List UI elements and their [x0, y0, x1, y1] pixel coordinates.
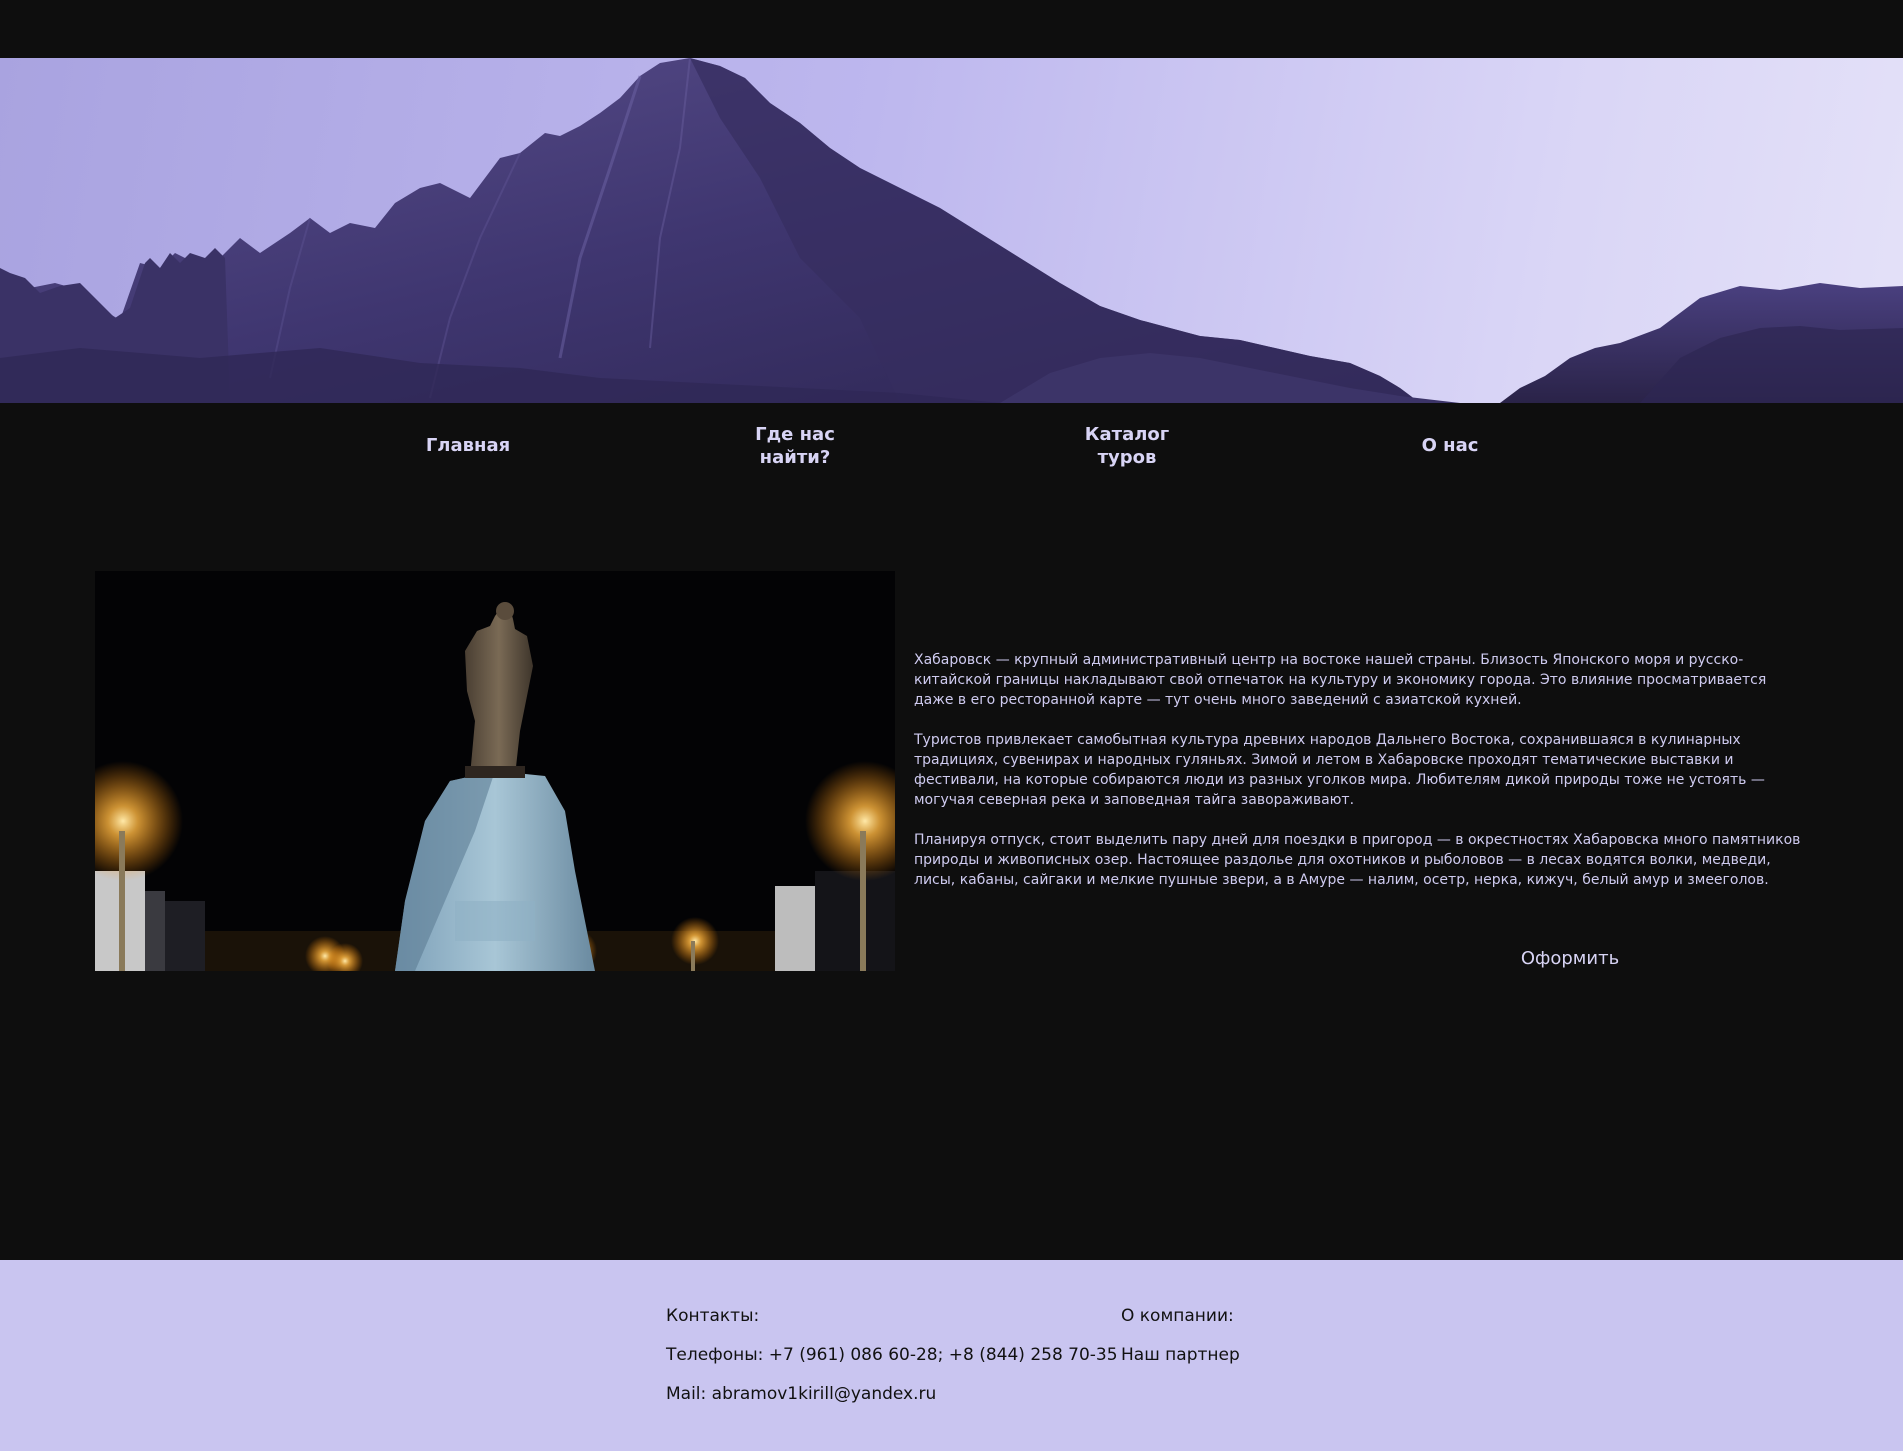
footer-contacts: Контакты: Телефоны: +7 (961) 086 60-28; …: [666, 1304, 1118, 1421]
nav-item-label-line2: туров: [1097, 447, 1157, 468]
contacts-title: Контакты:: [666, 1306, 760, 1326]
nav-item-about[interactable]: О нас: [1400, 434, 1500, 457]
paragraph-2: Туристов привлекает самобытная культура …: [914, 732, 1765, 808]
nav-item-label: Каталог: [1084, 424, 1170, 445]
mail-text[interactable]: Mail: abramov1kirill@yandex.ru: [666, 1382, 1118, 1421]
city-monument-photo: [95, 571, 895, 971]
nav-item-label: Главная: [425, 435, 511, 456]
nav-item-label: О нас: [1421, 435, 1479, 456]
paragraph-1: Хабаровск — крупный административный цен…: [914, 652, 1767, 708]
company-title: О компании:: [1121, 1306, 1234, 1326]
hero-mountain-image: [0, 58, 1903, 403]
mountain-illustration: [0, 58, 1903, 403]
about-city-text: Хабаровск — крупный административный цен…: [914, 650, 1804, 910]
top-bar: [0, 0, 1903, 58]
partner-link[interactable]: Наш партнер: [1121, 1343, 1240, 1382]
footer: Контакты: Телефоны: +7 (961) 086 60-28; …: [0, 1260, 1903, 1451]
footer-company: О компании: Наш партнер: [1121, 1304, 1240, 1382]
nav-item-where-to-find[interactable]: Где нас найти?: [745, 423, 845, 469]
paragraph-3: Планируя отпуск, стоит выделить пару дне…: [914, 832, 1801, 888]
nav-item-tour-catalog[interactable]: Каталог туров: [1077, 423, 1177, 469]
nav-item-home[interactable]: Главная: [418, 434, 518, 457]
nav-item-label-line2: найти?: [759, 447, 831, 468]
order-button[interactable]: Оформить: [1500, 944, 1640, 974]
phones-text: Телефоны: +7 (961) 086 60-28; +8 (844) 2…: [666, 1345, 1118, 1365]
main-navigation: Главная Где нас найти? Каталог туров О н…: [0, 403, 1903, 493]
monument-illustration: [95, 571, 895, 971]
nav-item-label: Где нас: [755, 424, 835, 445]
